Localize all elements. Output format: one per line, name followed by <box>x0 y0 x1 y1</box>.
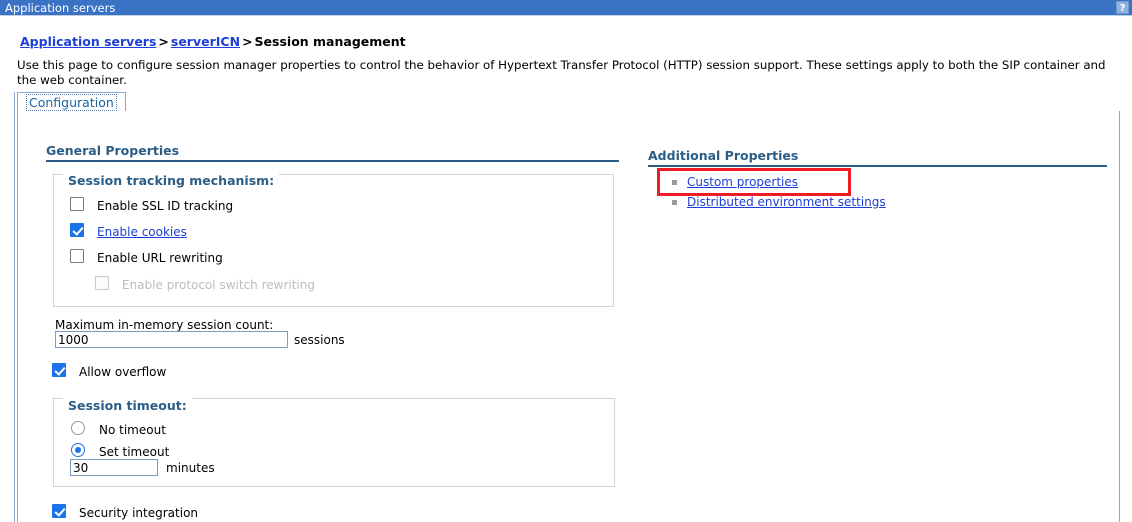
breadcrumb-separator-2: > <box>242 34 253 49</box>
session-timeout-legend: Session timeout: <box>63 398 192 413</box>
label-security-integration: Security integration <box>79 506 199 520</box>
label-maximum-in-memory-session-count: Maximum in-memory session count: <box>55 318 274 332</box>
link-custom-properties[interactable]: Custom properties <box>687 175 798 189</box>
tab-strip: Configuration <box>17 92 1120 112</box>
window-title: Application servers <box>5 0 116 15</box>
window-titlebar: Application servers ? <box>0 0 1132 16</box>
breadcrumb-separator-1: > <box>158 34 169 49</box>
application-servers-page: Application servers ? Application server… <box>0 0 1132 522</box>
breadcrumb-link-application-servers[interactable]: Application servers <box>20 34 156 49</box>
label-enable-cookies: Enable cookies <box>97 225 187 239</box>
breadcrumb-link-servericn[interactable]: serverICN <box>171 34 240 49</box>
checkbox-allow-overflow[interactable] <box>52 363 66 377</box>
page-description: Use this page to configure session manag… <box>17 58 1106 87</box>
unit-sessions: sessions <box>294 333 345 347</box>
checkbox-enable-ssl-id-tracking[interactable] <box>70 197 84 211</box>
label-enable-protocol-switch-rewriting: Enable protocol switch rewriting <box>122 278 315 292</box>
tab-configuration[interactable]: Configuration <box>17 92 126 112</box>
checkbox-enable-protocol-switch-rewriting <box>95 276 109 290</box>
additional-properties-rule <box>648 165 1107 167</box>
label-no-timeout: No timeout <box>99 423 166 437</box>
panel-left-accent <box>14 92 15 522</box>
general-properties-rule <box>46 160 619 162</box>
checkbox-enable-url-rewriting[interactable] <box>70 249 84 263</box>
label-enable-ssl-id-tracking: Enable SSL ID tracking <box>97 199 234 213</box>
input-session-timeout-minutes[interactable] <box>70 459 158 476</box>
breadcrumb-current-session-management: Session management <box>254 34 406 49</box>
session-tracking-legend: Session tracking mechanism: <box>63 173 280 188</box>
general-properties-heading: General Properties <box>46 143 180 158</box>
additional-properties-heading: Additional Properties <box>648 148 799 163</box>
help-icon[interactable]: ? <box>1116 1 1129 14</box>
tab-configuration-label: Configuration <box>26 94 117 111</box>
unit-minutes: minutes <box>166 461 215 475</box>
link-enable-cookies[interactable]: Enable cookies <box>97 225 187 239</box>
label-enable-url-rewriting: Enable URL rewriting <box>97 251 223 265</box>
radio-no-timeout[interactable] <box>71 421 85 435</box>
input-maximum-in-memory-session-count[interactable] <box>55 331 288 348</box>
radio-set-timeout[interactable] <box>71 443 85 457</box>
label-allow-overflow: Allow overflow <box>79 365 167 379</box>
bullet-icon-distributed-environment-settings <box>672 200 677 205</box>
checkbox-security-integration[interactable] <box>52 504 66 518</box>
checkbox-enable-cookies[interactable] <box>70 223 84 237</box>
bullet-icon-custom-properties <box>672 180 677 185</box>
label-set-timeout: Set timeout <box>99 445 170 459</box>
breadcrumb: Application servers > serverICN > Session ma… <box>20 34 406 49</box>
link-distributed-environment-settings[interactable]: Distributed environment settings <box>687 195 886 209</box>
